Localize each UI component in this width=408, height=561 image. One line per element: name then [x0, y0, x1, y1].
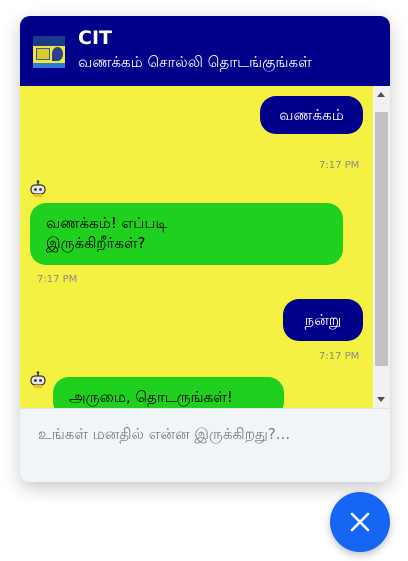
message-time: 7:17 PM — [319, 160, 360, 171]
chat-subtitle: வணக்கம் சொல்லி தொடங்குங்கள் — [78, 53, 312, 71]
message-list[interactable]: வணக்கம் 7:17 PM வணக்கம்! எப்படி இருக்கிற… — [20, 86, 373, 408]
scroll-up-arrow-icon[interactable] — [377, 92, 385, 97]
message-text: வணக்கம்! எப்படி இருக்கிறீர்கள்? — [46, 214, 168, 252]
bot-avatar-icon — [30, 180, 46, 197]
scroll-down-arrow-icon[interactable] — [377, 397, 385, 402]
message-composer — [20, 408, 390, 482]
message-text: நன்று — [304, 311, 342, 329]
chat-title: CIT — [78, 27, 112, 49]
message-scrollbar[interactable] — [373, 86, 390, 408]
bot-message: வணக்கம்! எப்படி இருக்கிறீர்கள்? — [30, 203, 343, 265]
message-text: வணக்கம் — [279, 106, 344, 124]
message-time: 7:17 PM — [319, 351, 360, 362]
chat-widget: CIT வணக்கம் சொல்லி தொடங்குங்கள் வணக்கம் … — [20, 16, 390, 482]
message-text: அருமை, தொடருங்கள்! — [69, 388, 233, 406]
close-chat-button[interactable] — [330, 492, 390, 552]
chat-header: CIT வணக்கம் சொல்லி தொடங்குங்கள் — [20, 16, 390, 86]
cit-logo-icon — [33, 36, 65, 68]
user-message: நன்று — [283, 299, 363, 341]
message-time: 7:17 PM — [37, 274, 78, 285]
user-message: வணக்கம் — [260, 96, 363, 134]
bot-avatar-icon — [30, 371, 46, 388]
bot-message: அருமை, தொடருங்கள்! — [53, 377, 284, 408]
scrollbar-thumb[interactable] — [375, 112, 388, 366]
close-icon — [350, 512, 370, 532]
message-input[interactable] — [38, 423, 358, 469]
